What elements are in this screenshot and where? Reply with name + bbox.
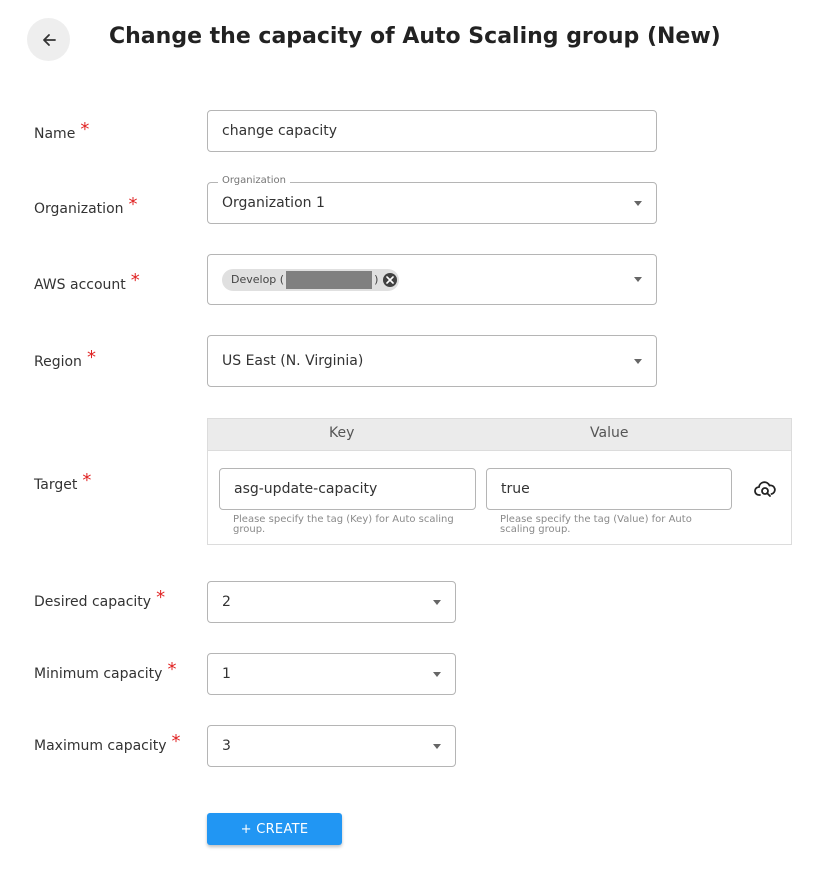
back-button[interactable] [27,18,70,61]
organization-select-value: Organization 1 [222,195,325,211]
arrow-left-icon [42,33,56,46]
name-label: Name * [34,119,90,142]
required-mark: * [167,659,177,680]
close-circle-icon[interactable] [383,272,398,287]
aws-account-chip: Develop ( ) [222,268,400,291]
aws-account-select[interactable]: Develop ( ) [207,254,657,305]
value-column-header: Value [590,425,629,441]
page-title: Change the capacity of Auto Scaling grou… [109,24,721,49]
region-select[interactable]: US East (N. Virginia) [207,335,657,387]
name-input-value: change capacity [222,123,338,139]
aws-account-chip-label: Develop ( [231,273,285,286]
organization-label: Organization * [34,194,138,217]
key-column-header: Key [329,425,355,441]
organization-select[interactable]: Organization 1 [207,182,657,224]
aws-account-label: AWS account * [34,270,140,293]
required-mark: * [171,731,181,752]
desired-capacity-label: Desired capacity * [34,587,166,610]
required-mark: * [86,347,96,368]
tag-key-helper: Please specify the tag (Key) for Auto sc… [233,514,454,535]
caret-down-icon [433,743,441,749]
tag-key-input[interactable]: asg-update-capacity [219,468,476,510]
region-label: Region * [34,347,96,370]
name-input[interactable]: change capacity [207,110,657,152]
target-label: Target * [34,470,92,493]
required-mark: * [82,470,92,491]
required-mark: * [130,270,140,291]
caret-down-icon [634,200,642,206]
minimum-capacity-select[interactable]: 1 [207,653,456,695]
maximum-capacity-select[interactable]: 3 [207,725,456,767]
redacted-mask [286,270,373,289]
minimum-capacity-label: Minimum capacity * [34,659,177,682]
caret-down-icon [634,358,642,364]
maximum-capacity-label: Maximum capacity * [34,731,181,754]
desired-capacity-select[interactable]: 2 [207,581,456,623]
caret-down-icon [433,671,441,677]
desired-capacity-value: 2 [222,594,231,610]
tag-table-header: Key Value [208,419,791,451]
required-mark: * [128,194,138,215]
region-select-value: US East (N. Virginia) [222,353,364,369]
caret-down-icon [433,599,441,605]
tag-key-value: asg-update-capacity [234,481,378,497]
organization-float-label: Organization [218,175,290,186]
maximum-capacity-value: 3 [222,738,231,754]
cloud-search-icon [754,481,776,497]
aws-account-chip-suffix: ) [374,273,379,286]
create-button[interactable]: + CREATE [207,813,342,845]
required-mark: * [80,119,90,140]
tag-value-value: true [501,481,530,497]
minimum-capacity-value: 1 [222,666,231,682]
required-mark: * [156,587,166,608]
tag-value-helper: Please specify the tag (Value) for Auto … [500,514,692,535]
tag-value-input[interactable]: true [486,468,732,510]
cloud-search-button[interactable] [754,479,776,499]
caret-down-icon [634,277,642,282]
